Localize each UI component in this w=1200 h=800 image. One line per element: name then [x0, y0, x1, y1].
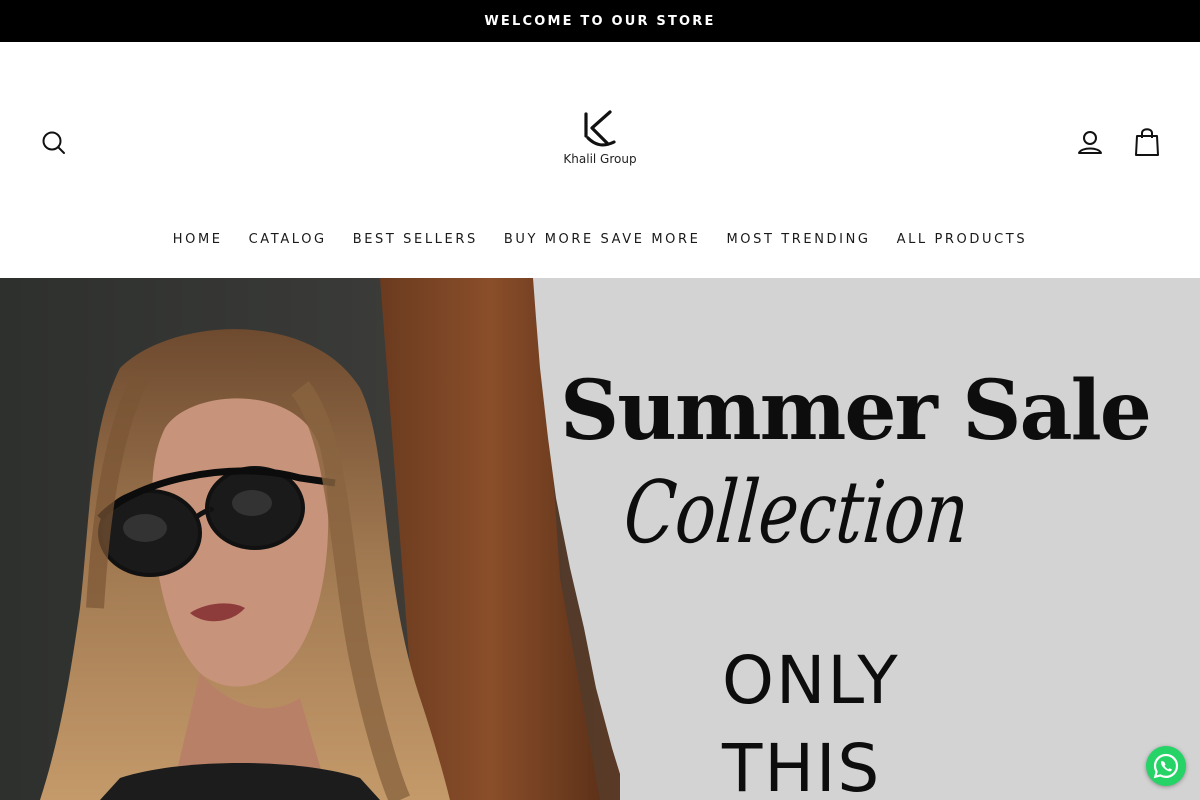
search-icon — [42, 131, 65, 154]
nav-item-home[interactable]: HOME — [173, 232, 223, 247]
nav-item-all-products[interactable]: ALL PRODUCTS — [897, 232, 1028, 247]
whatsapp-icon — [1153, 753, 1179, 779]
announcement-bar: WELCOME TO OUR STORE — [0, 0, 1200, 42]
announcement-text: WELCOME TO OUR STORE — [484, 13, 716, 29]
hero-photo — [0, 278, 1200, 800]
hero-title: Summer Sale — [560, 363, 1152, 459]
shopping-bag-icon — [1135, 128, 1159, 156]
logo-text: Khalil Group — [563, 152, 637, 166]
hero-script-text: Collection — [620, 463, 973, 563]
nav-item-most-trending[interactable]: MOST TRENDING — [726, 232, 870, 247]
k-logo-icon — [584, 110, 616, 147]
cart-button[interactable] — [1132, 126, 1162, 158]
nav-item-best-sellers[interactable]: BEST SELLERS — [353, 232, 478, 247]
account-button[interactable] — [1075, 129, 1105, 157]
site-header: Khalil Group HOME CATALOG BEST SELLERS B… — [0, 42, 1200, 278]
user-icon — [1078, 131, 1102, 154]
whatsapp-button[interactable] — [1146, 746, 1186, 786]
hero-banner[interactable]: Summer Sale Collection ONLY THIS — [0, 278, 1200, 800]
hero-line-1: ONLY — [722, 642, 900, 719]
nav-item-buy-more-save-more[interactable]: BUY MORE SAVE MORE — [504, 232, 701, 247]
search-button[interactable] — [40, 129, 68, 157]
nav-item-catalog[interactable]: CATALOG — [249, 232, 327, 247]
hero-line-2: THIS — [722, 730, 882, 800]
main-nav: HOME CATALOG BEST SELLERS BUY MORE SAVE … — [0, 228, 1200, 250]
site-logo[interactable]: Khalil Group — [540, 108, 660, 174]
